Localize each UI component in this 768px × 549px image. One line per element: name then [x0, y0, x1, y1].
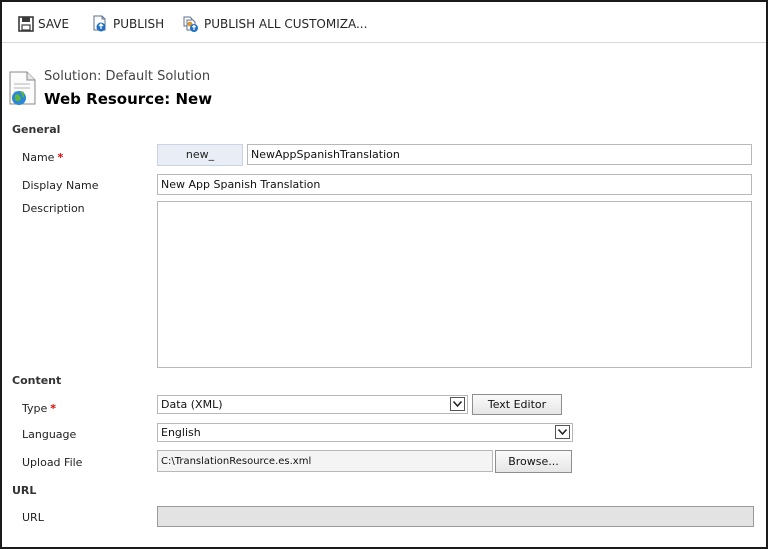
type-label: Type *	[22, 402, 56, 415]
web-resource-icon	[8, 71, 38, 110]
name-input[interactable]	[247, 144, 752, 165]
solution-label: Solution: Default Solution	[44, 69, 211, 84]
required-marker: *	[50, 402, 57, 415]
text-editor-button[interactable]: Text Editor	[472, 394, 562, 415]
page-title: Web Resource: New	[44, 90, 213, 108]
required-marker: *	[57, 151, 64, 164]
url-label: URL	[22, 511, 44, 524]
language-select[interactable]: English	[157, 423, 573, 442]
command-bar: SAVE PUBLISH PUBLISH ALL CUSTOMIZA...	[2, 2, 766, 43]
publish-all-label: PUBLISH ALL CUSTOMIZA...	[204, 17, 368, 31]
description-label: Description	[22, 202, 85, 215]
save-icon	[18, 16, 34, 32]
save-label: SAVE	[38, 17, 70, 31]
type-label-text: Type	[22, 402, 48, 415]
name-label: Name *	[22, 151, 63, 164]
language-select-value: English	[161, 426, 201, 439]
upload-file-input[interactable]	[157, 450, 493, 472]
url-input	[157, 506, 754, 527]
publish-button[interactable]: PUBLISH	[91, 15, 164, 33]
display-name-label: Display Name	[22, 179, 99, 192]
web-resource-form: SAVE PUBLISH PUBLISH ALL CUSTOMIZA... So…	[0, 0, 768, 549]
section-general: General	[12, 123, 61, 136]
language-label: Language	[22, 428, 77, 441]
section-content: Content	[12, 374, 62, 387]
chevron-down-icon[interactable]	[555, 425, 570, 439]
name-label-text: Name	[22, 151, 55, 164]
publish-all-icon	[183, 16, 198, 32]
publish-all-customizations-button[interactable]: PUBLISH ALL CUSTOMIZA...	[182, 15, 367, 33]
browse-button[interactable]: Browse...	[495, 450, 572, 473]
display-name-input[interactable]	[157, 174, 752, 195]
publish-label: PUBLISH	[113, 17, 165, 31]
name-prefix: new_	[157, 144, 243, 166]
type-select[interactable]: Data (XML)	[157, 395, 468, 414]
publish-icon	[93, 15, 106, 32]
upload-file-label: Upload File	[22, 456, 83, 469]
chevron-down-icon[interactable]	[450, 397, 465, 411]
description-textarea[interactable]	[157, 201, 752, 368]
save-button[interactable]: SAVE	[18, 15, 69, 33]
type-select-value: Data (XML)	[161, 398, 223, 411]
section-url: URL	[12, 484, 37, 497]
